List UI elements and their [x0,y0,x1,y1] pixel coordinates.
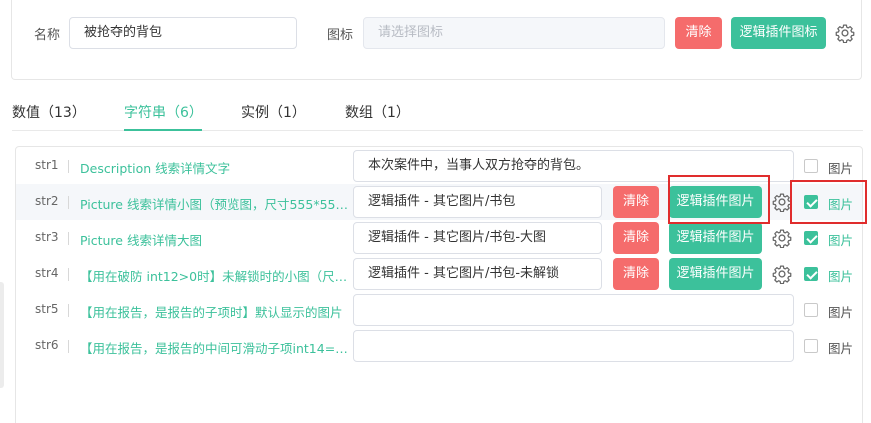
page: 名称 被抢夺的背包 图标 请选择图标 清除 逻辑插件图标 数值（13） 字符串（… [0,0,871,423]
row-logic-image-button[interactable]: 逻辑插件图片 [669,258,762,290]
row-value-input[interactable]: 逻辑插件 - 其它图片/书包-未解锁 [353,258,602,290]
table-row: str5 【用在报告，是报告的子项时】默认显示的图片 图片 [16,292,862,328]
gear-icon[interactable] [772,228,792,248]
image-checkbox-label[interactable]: 图片 [828,302,853,321]
row-value-input[interactable] [353,330,794,362]
name-input[interactable]: 被抢夺的背包 [69,17,297,49]
row-description: Description 线索详情文字 [80,161,231,176]
image-checkbox-label[interactable]: 图片 [828,338,853,357]
active-tab-indicator [124,129,202,131]
row-key: str4 [35,266,59,280]
row-logic-image-button[interactable]: 逻辑插件图片 [669,186,762,218]
row-value-input[interactable]: 本次案件中，当事人双方抢夺的背包。 [353,150,794,182]
row-key: str1 [35,158,59,172]
clear-icon-button[interactable]: 清除 [675,17,722,49]
gear-icon[interactable] [772,192,792,212]
logic-plugin-icon-button[interactable]: 逻辑插件图标 [731,17,826,49]
row-value-input[interactable] [353,294,794,326]
row-separator [68,160,69,173]
row-value-input[interactable]: 逻辑插件 - 其它图片/书包-大图 [353,222,602,254]
row-clear-button[interactable]: 清除 [613,186,659,218]
tab-instance[interactable]: 实例（1） [241,102,306,122]
table-row: str1 Description 线索详情文字 本次案件中，当事人双方抢夺的背包。 图… [16,148,862,184]
row-separator [68,268,69,281]
row-description: Picture 线索详情小图（预览图，尺寸555*555px） [80,197,350,212]
table-row: str2 Picture 线索详情小图（预览图，尺寸555*555px） 逻辑插件 … [16,184,862,220]
gear-icon[interactable] [772,264,792,284]
image-checkbox[interactable] [804,303,818,317]
row-key: str2 [35,194,59,208]
image-checkbox[interactable] [804,159,818,173]
image-checkbox[interactable] [804,339,818,353]
image-checkbox[interactable] [804,195,818,209]
name-label: 名称 [34,28,61,43]
image-checkbox-label[interactable]: 图片 [828,158,853,177]
icon-label: 图标 [327,28,354,43]
row-separator [68,304,69,317]
gear-icon[interactable] [835,23,855,43]
row-description: Picture 线索详情大图 [80,233,202,248]
image-checkbox[interactable] [804,267,818,281]
tab-numeric[interactable]: 数值（13） [12,102,86,122]
image-checkbox-label[interactable]: 图片 [828,230,853,249]
row-separator [68,196,69,209]
tab-array[interactable]: 数组（1） [345,102,410,122]
row-key: str5 [35,302,59,316]
tab-string[interactable]: 字符串（6） [124,102,203,122]
form-card: 名称 被抢夺的背包 图标 请选择图标 清除 逻辑插件图标 [11,0,862,80]
row-description: 【用在报告，是报告的中间可滑动子项int14=1时】 [80,341,350,356]
table-row: str6 【用在报告，是报告的中间可滑动子项int14=1时】 图片 [16,328,862,364]
row-clear-button[interactable]: 清除 [613,222,659,254]
image-checkbox-label[interactable]: 图片 [828,194,853,213]
scrollbar[interactable] [0,282,4,388]
image-checkbox[interactable] [804,231,818,245]
row-logic-image-button[interactable]: 逻辑插件图片 [669,222,762,254]
row-description: 【用在报告，是报告的子项时】默认显示的图片 [80,305,343,320]
tab-bar: 数值（13） 字符串（6） 实例（1） 数组（1） [12,98,863,131]
string-list: str1 Description 线索详情文字 本次案件中，当事人双方抢夺的背包。图… [15,146,863,423]
row-separator [68,232,69,245]
icon-select[interactable]: 请选择图标 [363,17,665,49]
row-description: 【用在破防 int12>0时】未解锁时的小图（尺寸555*555px） [80,269,350,284]
row-key: str3 [35,230,59,244]
row-value-input[interactable]: 逻辑插件 - 其它图片/书包 [353,186,602,218]
row-clear-button[interactable]: 清除 [613,258,659,290]
image-checkbox-label[interactable]: 图片 [828,266,853,285]
table-row: str4【用在破防 int12>0时】未解锁时的小图（尺寸555*555px）逻… [16,256,862,292]
row-key: str6 [35,338,59,352]
table-row: str3 Picture 线索详情大图 逻辑插件 - 其它图片/书包-大图 清除 逻辑插… [16,220,862,256]
row-separator [68,340,69,353]
